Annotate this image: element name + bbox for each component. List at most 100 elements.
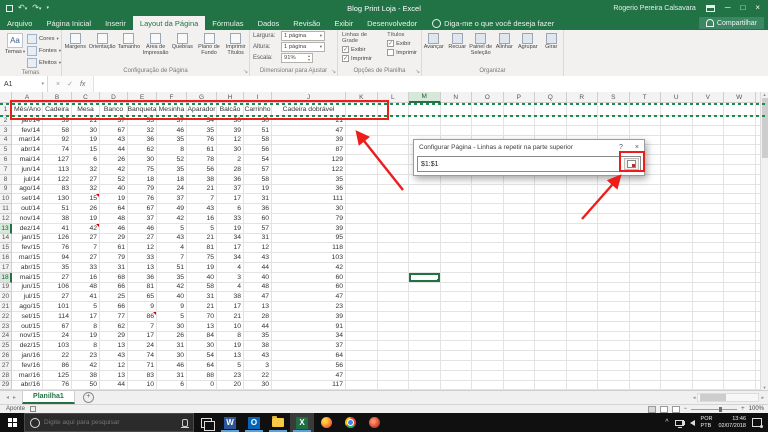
cell-a10[interactable]: set/14 [12,194,43,204]
cell[interactable] [598,175,630,185]
taskbar-excel[interactable]: X [290,413,314,432]
cell-h23[interactable]: 10 [217,322,244,332]
cell[interactable] [409,332,441,342]
cell-e22[interactable]: 86 [128,312,157,322]
horizontal-scrollbar[interactable] [697,393,759,402]
cell[interactable] [472,332,504,342]
zoom-slider[interactable] [691,409,737,410]
cell-b28[interactable]: 125 [43,371,72,381]
cell-a19[interactable]: jun/15 [12,283,43,293]
cell[interactable] [504,234,536,244]
cell-e20[interactable]: 65 [128,292,157,302]
cell-a16[interactable]: mar/15 [12,253,43,263]
cell[interactable] [724,116,756,126]
row-header-7[interactable]: 7 [0,165,12,175]
cell[interactable] [693,263,725,273]
row-header-23[interactable]: 23 [0,322,12,332]
cell[interactable] [346,185,378,195]
cell-b23[interactable]: 67 [43,322,72,332]
cell[interactable] [441,224,473,234]
cell-j21[interactable]: 23 [272,302,346,312]
cell-h5[interactable]: 30 [217,145,244,155]
cell[interactable] [535,185,567,195]
cell-c15[interactable]: 7 [72,243,100,253]
cell[interactable] [409,175,441,185]
cell[interactable] [472,302,504,312]
cell[interactable] [630,214,662,224]
cell-i18[interactable]: 40 [244,273,272,283]
cell-h29[interactable]: 20 [217,381,244,390]
cell-g8[interactable]: 38 [187,175,217,185]
cell[interactable] [630,185,662,195]
cell-a4[interactable]: mar/14 [12,136,43,146]
cell-g10[interactable]: 7 [187,194,217,204]
row-header-17[interactable]: 17 [0,263,12,273]
column-header-r[interactable]: R [567,92,599,103]
cell[interactable] [567,253,599,263]
active-cell-m18[interactable] [409,273,441,283]
cell[interactable] [378,185,410,195]
cell[interactable] [630,283,662,293]
cell-i26[interactable]: 43 [244,351,272,361]
cell-f16[interactable]: 7 [157,253,187,263]
cell[interactable] [441,126,473,136]
cell[interactable] [346,224,378,234]
scale-stepper[interactable]: 91%▴▾ [281,53,313,63]
cell-g14[interactable]: 21 [187,234,217,244]
cell[interactable] [630,234,662,244]
cell[interactable] [630,116,662,126]
cell-d5[interactable]: 44 [100,145,128,155]
cell[interactable] [567,116,599,126]
cell-i19[interactable]: 48 [244,283,272,293]
cell[interactable] [504,116,536,126]
cell[interactable] [441,204,473,214]
cell[interactable] [378,332,410,342]
cell[interactable] [630,332,662,342]
cell[interactable] [472,175,504,185]
close-button[interactable]: × [755,4,760,12]
cell[interactable] [504,381,536,390]
cell[interactable] [441,214,473,224]
cell[interactable] [378,263,410,273]
cell[interactable] [346,116,378,126]
cell[interactable] [378,204,410,214]
cell-d2[interactable]: 37 [100,116,128,126]
cell[interactable] [535,126,567,136]
cell[interactable] [724,165,756,175]
ribbon-tab-dados[interactable]: Dados [251,16,287,30]
cell[interactable] [472,283,504,293]
cell[interactable] [598,263,630,273]
dialog-launcher-icon[interactable]: ↘ [415,70,420,76]
cell[interactable] [693,243,725,253]
row-header-29[interactable]: 29 [0,381,12,390]
cell-f21[interactable]: 9 [157,302,187,312]
cell[interactable] [378,175,410,185]
cell[interactable] [630,126,662,136]
cell-f24[interactable]: 26 [157,332,187,342]
cell[interactable] [598,381,630,390]
cell-b26[interactable]: 22 [43,351,72,361]
cell-d20[interactable]: 25 [100,292,128,302]
cell[interactable] [661,341,693,351]
cell[interactable] [661,224,693,234]
cell[interactable] [441,351,473,361]
cell[interactable] [504,194,536,204]
cell[interactable] [504,175,536,185]
column-header-b[interactable]: B [43,92,72,103]
row-header-20[interactable]: 20 [0,292,12,302]
column-header-p[interactable]: P [504,92,536,103]
cell-h8[interactable]: 36 [217,175,244,185]
cell[interactable] [693,253,725,263]
cell[interactable] [535,371,567,381]
cell-i4[interactable]: 58 [244,136,272,146]
cell[interactable] [504,283,536,293]
cell-a22[interactable]: set/15 [12,312,43,322]
cell-e11[interactable]: 67 [128,204,157,214]
row-header-22[interactable]: 22 [0,312,12,322]
cell[interactable] [693,312,725,322]
cell-f13[interactable]: 5 [157,224,187,234]
cell-i13[interactable]: 57 [244,224,272,234]
cell-h17[interactable]: 4 [217,263,244,273]
cell-f12[interactable]: 42 [157,214,187,224]
cell[interactable] [661,145,693,155]
